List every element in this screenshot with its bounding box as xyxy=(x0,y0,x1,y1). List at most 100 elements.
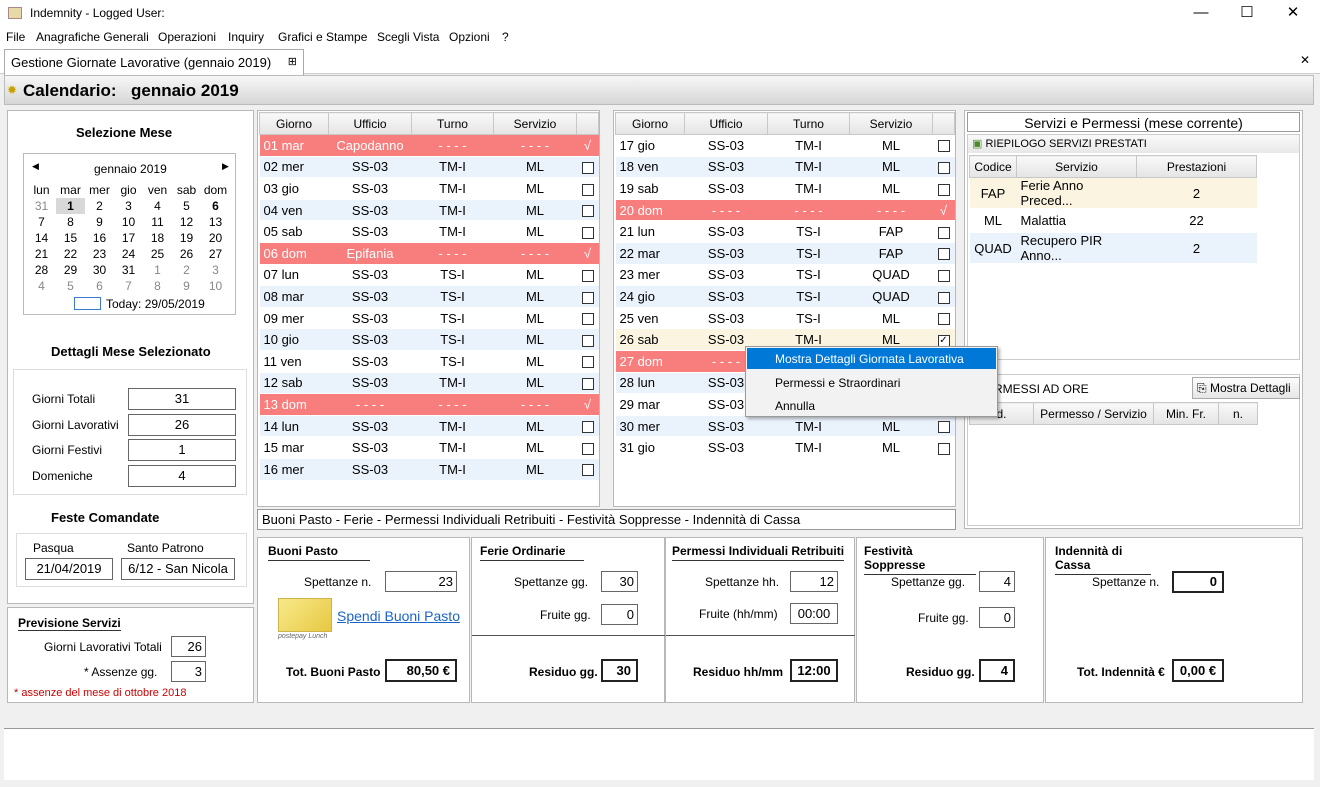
permessi-fruite-field[interactable]: 00:00 xyxy=(790,603,838,624)
tab-gestione[interactable]: Gestione Giornate Lavorative (gennaio 20… xyxy=(4,49,304,75)
day-checkbox[interactable] xyxy=(576,415,599,438)
cal-day[interactable]: 13 xyxy=(201,214,230,230)
day-row[interactable]: 06 dom Epifania - - - -- - - - √ xyxy=(259,242,599,265)
giorni-festivi-field[interactable]: 1 xyxy=(128,439,236,461)
cal-day[interactable]: 27 xyxy=(201,246,230,262)
table-row[interactable]: ML Malattia 22 xyxy=(969,208,1257,233)
day-row[interactable]: 04 ven SS-03 TM-I ML xyxy=(259,199,599,222)
day-row[interactable]: 31 gio SS-03 TM-I ML xyxy=(615,436,955,459)
cal-day[interactable]: 23 xyxy=(85,246,114,262)
day-row[interactable]: 20 dom - - - -- - - -- - - - √ xyxy=(615,199,955,222)
day-checkbox[interactable] xyxy=(932,436,955,459)
day-row[interactable]: 24 gio SS-03 TS-I QUAD xyxy=(615,285,955,308)
menu-anagrafiche[interactable]: Anagrafiche Generali xyxy=(36,30,149,44)
cal-day[interactable]: 20 xyxy=(201,230,230,246)
cal-day[interactable]: 3 xyxy=(201,262,230,278)
mostra-dettagli-button[interactable]: ⎘ Mostra Dettagli xyxy=(1192,377,1300,399)
cal-day[interactable]: 26 xyxy=(172,246,201,262)
col-servizio[interactable]: Servizio xyxy=(493,112,577,135)
day-row[interactable]: 16 mer SS-03 TM-I ML xyxy=(259,458,599,481)
col-giorno[interactable]: Giorno xyxy=(259,112,329,135)
day-row[interactable]: 19 sab SS-03 TM-I ML xyxy=(615,177,955,200)
cal-day[interactable]: 30 xyxy=(85,262,114,278)
patrono-field[interactable]: 6/12 - San Nicola xyxy=(121,558,235,580)
cal-day[interactable]: 11 xyxy=(143,214,172,230)
tot-buoni-field[interactable]: 80,50 € xyxy=(385,659,457,682)
cal-day[interactable]: 6 xyxy=(201,198,230,214)
cal-day[interactable]: 12 xyxy=(172,214,201,230)
day-row[interactable]: 09 mer SS-03 TS-I ML xyxy=(259,307,599,330)
day-checkbox[interactable] xyxy=(932,264,955,287)
day-checkbox[interactable] xyxy=(576,328,599,351)
menu-scegli-vista[interactable]: Scegli Vista xyxy=(377,30,439,44)
cal-day[interactable]: 5 xyxy=(172,198,201,214)
menu-opzioni[interactable]: Opzioni xyxy=(449,30,490,44)
day-checkbox[interactable]: √ xyxy=(576,242,599,265)
day-row[interactable]: 25 ven SS-03 TS-I ML xyxy=(615,307,955,330)
day-row[interactable]: 18 ven SS-03 TM-I ML xyxy=(615,156,955,179)
menu-item-mostra-dettagli[interactable]: Mostra Dettagli Giornata Lavorativa xyxy=(747,348,996,369)
col-minfr[interactable]: Min. Fr. xyxy=(1153,402,1219,425)
ferie-res-field[interactable]: 30 xyxy=(601,659,638,682)
table-row[interactable]: FAP Ferie Anno Preced... 2 xyxy=(969,177,1257,209)
day-row[interactable]: 22 mar SS-03 TS-I FAP xyxy=(615,242,955,265)
col-turno[interactable]: Turno xyxy=(411,112,494,135)
col-giorno[interactable]: Giorno xyxy=(615,112,685,135)
day-checkbox[interactable] xyxy=(576,350,599,373)
day-checkbox[interactable] xyxy=(576,285,599,308)
day-checkbox[interactable] xyxy=(576,264,599,287)
cal-day[interactable]: 31 xyxy=(27,198,56,214)
day-row[interactable]: 02 mer SS-03 TM-I ML xyxy=(259,156,599,179)
indennita-spett-field[interactable]: 0 xyxy=(1172,571,1224,593)
cal-day[interactable]: 8 xyxy=(56,214,85,230)
day-row[interactable]: 21 lun SS-03 TS-I FAP xyxy=(615,220,955,243)
day-row[interactable]: 03 gio SS-03 TM-I ML xyxy=(259,177,599,200)
festivita-res-field[interactable]: 4 xyxy=(979,659,1015,682)
next-month-icon[interactable]: ▶ xyxy=(222,161,229,172)
permessi-spett-field[interactable]: 12 xyxy=(790,571,838,592)
cal-day[interactable]: 25 xyxy=(143,246,172,262)
cal-day[interactable]: 14 xyxy=(27,230,56,246)
day-checkbox[interactable]: √ xyxy=(576,393,599,416)
menu-item-annulla[interactable]: Annulla xyxy=(747,395,996,416)
cal-day[interactable]: 29 xyxy=(56,262,85,278)
day-row[interactable]: 13 dom - - - -- - - -- - - - √ xyxy=(259,393,599,416)
day-checkbox[interactable] xyxy=(932,220,955,243)
giorni-totali-field[interactable]: 31 xyxy=(128,388,236,410)
close-icon[interactable]: ✕ xyxy=(1270,0,1316,28)
day-row[interactable]: 17 gio SS-03 TM-I ML xyxy=(615,134,955,157)
cal-day[interactable]: 24 xyxy=(114,246,143,262)
day-row[interactable]: 12 sab SS-03 TM-I ML xyxy=(259,372,599,395)
buoni-spett-field[interactable]: 23 xyxy=(385,571,457,592)
prev-month-icon[interactable]: ◀ xyxy=(32,161,39,172)
domeniche-field[interactable]: 4 xyxy=(128,465,236,487)
menu-help[interactable]: ? xyxy=(502,30,509,44)
cal-day[interactable]: 1 xyxy=(143,262,172,278)
day-checkbox[interactable] xyxy=(576,156,599,179)
day-checkbox[interactable] xyxy=(932,134,955,157)
cal-day[interactable]: 8 xyxy=(143,278,172,294)
cal-day[interactable]: 18 xyxy=(143,230,172,246)
ferie-fruite-field[interactable]: 0 xyxy=(601,604,638,625)
permessi-res-field[interactable]: 12:00 xyxy=(790,659,838,682)
cal-day[interactable]: 3 xyxy=(114,198,143,214)
day-checkbox[interactable] xyxy=(932,307,955,330)
cal-day[interactable]: 17 xyxy=(114,230,143,246)
day-checkbox[interactable] xyxy=(932,242,955,265)
pasqua-field[interactable]: 21/04/2019 xyxy=(25,558,113,580)
day-row[interactable]: 30 mer SS-03 TM-I ML xyxy=(615,415,955,438)
day-checkbox[interactable] xyxy=(576,307,599,330)
tab-pin-icon[interactable]: ⊞ xyxy=(288,55,297,68)
col-codice[interactable]: Codice xyxy=(969,155,1017,178)
day-checkbox[interactable] xyxy=(576,372,599,395)
col-n[interactable]: n. xyxy=(1218,402,1258,425)
close-tab-icon[interactable]: ✕ xyxy=(1300,53,1310,67)
table-row[interactable]: QUAD Recupero PIR Anno... 2 xyxy=(969,232,1257,264)
day-checkbox[interactable] xyxy=(576,436,599,459)
menu-item-permessi[interactable]: Permessi e Straordinari xyxy=(747,372,996,393)
cal-day[interactable]: 31 xyxy=(114,262,143,278)
col-check[interactable] xyxy=(932,112,955,135)
cal-day[interactable]: 10 xyxy=(201,278,230,294)
cal-day[interactable]: 19 xyxy=(172,230,201,246)
festivita-spett-field[interactable]: 4 xyxy=(979,571,1015,592)
